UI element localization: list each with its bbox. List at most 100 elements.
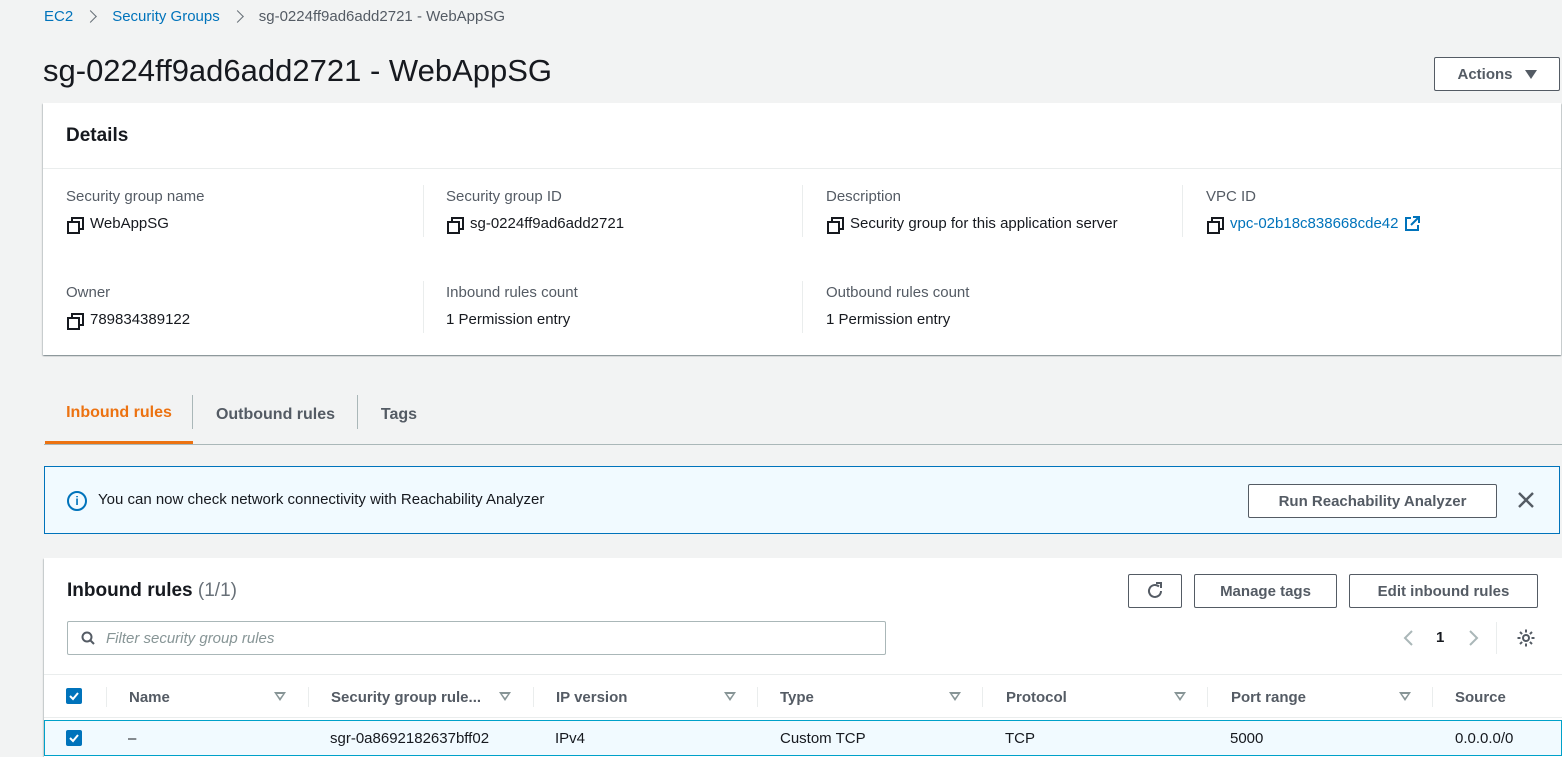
tab-outbound-rules[interactable]: Outbound rules	[193, 385, 358, 444]
column-divider	[106, 687, 107, 707]
cell-type: Custom TCP	[780, 729, 866, 747]
manage-tags-button[interactable]: Manage tags	[1194, 574, 1337, 608]
breadcrumb-security-groups[interactable]: Security Groups	[112, 8, 220, 25]
sort-icon[interactable]	[949, 692, 961, 701]
row-checkbox[interactable]	[66, 730, 82, 746]
field-label: Inbound rules count	[446, 284, 578, 301]
column-divider	[308, 687, 309, 707]
inbound-count-value: 1 Permission entry	[446, 311, 571, 328]
chevron-right-icon	[84, 10, 98, 23]
actions-button[interactable]: Actions	[1434, 57, 1560, 91]
external-link-icon[interactable]	[1404, 215, 1421, 232]
sort-icon[interactable]	[724, 692, 736, 701]
table-header: Name Security group rule... IP version T…	[44, 674, 1562, 718]
sg-id-value: sg-0224ff9ad6add2721	[470, 215, 625, 232]
rules-title-text: Inbound rules	[67, 580, 193, 601]
tab-tags[interactable]: Tags	[358, 385, 440, 444]
divider	[1182, 185, 1183, 237]
breadcrumb-current: sg-0224ff9ad6add2721 - WebAppSG	[258, 8, 506, 25]
close-icon[interactable]	[1515, 489, 1537, 511]
owner-value: 789834389122	[90, 311, 191, 328]
sort-icon[interactable]	[1399, 692, 1411, 701]
cell-name: –	[128, 729, 137, 747]
info-alert: i You can now check network connectivity…	[44, 466, 1560, 534]
tabs: Inbound rules Outbound rules Tags	[44, 385, 1562, 445]
cell-ip-version: IPv4	[555, 729, 586, 747]
column-rule-id[interactable]: Security group rule...	[331, 675, 481, 719]
field-label: Owner	[66, 284, 111, 301]
page-title: sg-0224ff9ad6add2721 - WebAppSG	[43, 53, 553, 88]
check-icon	[69, 692, 79, 701]
column-divider	[533, 687, 534, 707]
column-divider	[757, 687, 758, 707]
sg-name-value: WebAppSG	[90, 215, 169, 232]
field-label: Security group name	[66, 188, 205, 205]
divider	[802, 185, 803, 237]
info-icon: i	[67, 491, 87, 511]
column-port-range[interactable]: Port range	[1231, 675, 1306, 719]
field-label: VPC ID	[1206, 188, 1257, 205]
filter-input[interactable]: Filter security group rules	[67, 621, 886, 655]
vpc-id-link[interactable]: vpc-02b18c838668cde42	[1230, 215, 1398, 232]
table-row[interactable]: – sgr-0a8692182637bff02 IPv4 Custom TCP …	[44, 720, 1562, 756]
copy-icon[interactable]	[446, 216, 464, 234]
field-sg-name: Security group name WebAppSG	[66, 188, 205, 234]
filter-placeholder: Filter security group rules	[106, 629, 275, 647]
cell-source: 0.0.0.0/0	[1455, 729, 1514, 747]
rules-title: Inbound rules (1/1)	[67, 580, 237, 602]
divider	[802, 281, 803, 333]
column-source[interactable]: Source	[1455, 675, 1506, 719]
run-reachability-analyzer-button[interactable]: Run Reachability Analyzer	[1248, 484, 1497, 518]
field-label: Outbound rules count	[826, 284, 970, 301]
field-outbound-count: Outbound rules count 1 Permission entry	[826, 284, 969, 328]
sort-icon[interactable]	[499, 692, 511, 701]
cell-protocol: TCP	[1005, 729, 1035, 747]
sort-icon[interactable]	[1174, 692, 1186, 701]
outbound-count-value: 1 Permission entry	[826, 311, 951, 328]
column-type[interactable]: Type	[780, 675, 814, 719]
gear-icon[interactable]	[1516, 628, 1536, 648]
tab-inbound-rules[interactable]: Inbound rules	[45, 385, 193, 444]
chevron-right-icon[interactable]	[1468, 629, 1480, 647]
page-number[interactable]: 1	[1436, 629, 1444, 646]
breadcrumb-ec2[interactable]: EC2	[44, 8, 73, 25]
sort-icon[interactable]	[274, 692, 286, 701]
field-owner: Owner 789834389122	[66, 284, 191, 330]
column-ip-version[interactable]: IP version	[556, 675, 627, 719]
select-all-checkbox[interactable]	[66, 688, 82, 704]
cell-rule-id: sgr-0a8692182637bff02	[330, 729, 490, 747]
copy-icon[interactable]	[1206, 216, 1224, 234]
cell-port-range: 5000	[1230, 729, 1264, 747]
inbound-rules-panel: Inbound rules (1/1) Manage tags Edit inb…	[44, 558, 1562, 757]
divider	[1496, 622, 1497, 654]
actions-label: Actions	[1457, 65, 1513, 83]
alert-text: You can now check network connectivity w…	[98, 491, 545, 508]
rules-count: (1/1)	[197, 580, 237, 601]
check-icon	[69, 734, 79, 743]
description-value: Security group for this application serv…	[850, 215, 1118, 232]
field-vpc-id: VPC ID vpc-02b18c838668cde42	[1206, 188, 1421, 234]
copy-icon[interactable]	[66, 312, 84, 330]
divider	[423, 281, 424, 333]
column-divider	[982, 687, 983, 707]
refresh-button[interactable]	[1128, 574, 1182, 608]
caret-down-icon	[1524, 69, 1537, 79]
column-protocol[interactable]: Protocol	[1006, 675, 1067, 719]
chevron-left-icon[interactable]	[1402, 629, 1414, 647]
breadcrumb: EC2 Security Groups sg-0224ff9ad6add2721…	[44, 8, 505, 25]
column-name[interactable]: Name	[129, 675, 170, 719]
field-label: Description	[826, 188, 902, 205]
field-description: Description Security group for this appl…	[826, 188, 1118, 234]
copy-icon[interactable]	[66, 216, 84, 234]
field-sg-id: Security group ID sg-0224ff9ad6add2721	[446, 188, 625, 234]
chevron-right-icon	[230, 10, 244, 23]
column-divider	[1207, 687, 1208, 707]
search-icon	[81, 631, 95, 645]
copy-icon[interactable]	[826, 216, 844, 234]
field-inbound-count: Inbound rules count 1 Permission entry	[446, 284, 578, 328]
column-divider	[1432, 687, 1433, 707]
edit-inbound-rules-button[interactable]: Edit inbound rules	[1349, 574, 1538, 608]
divider	[423, 185, 424, 237]
field-label: Security group ID	[446, 188, 562, 205]
details-panel: Details Security group name WebAppSG Sec…	[43, 103, 1561, 355]
